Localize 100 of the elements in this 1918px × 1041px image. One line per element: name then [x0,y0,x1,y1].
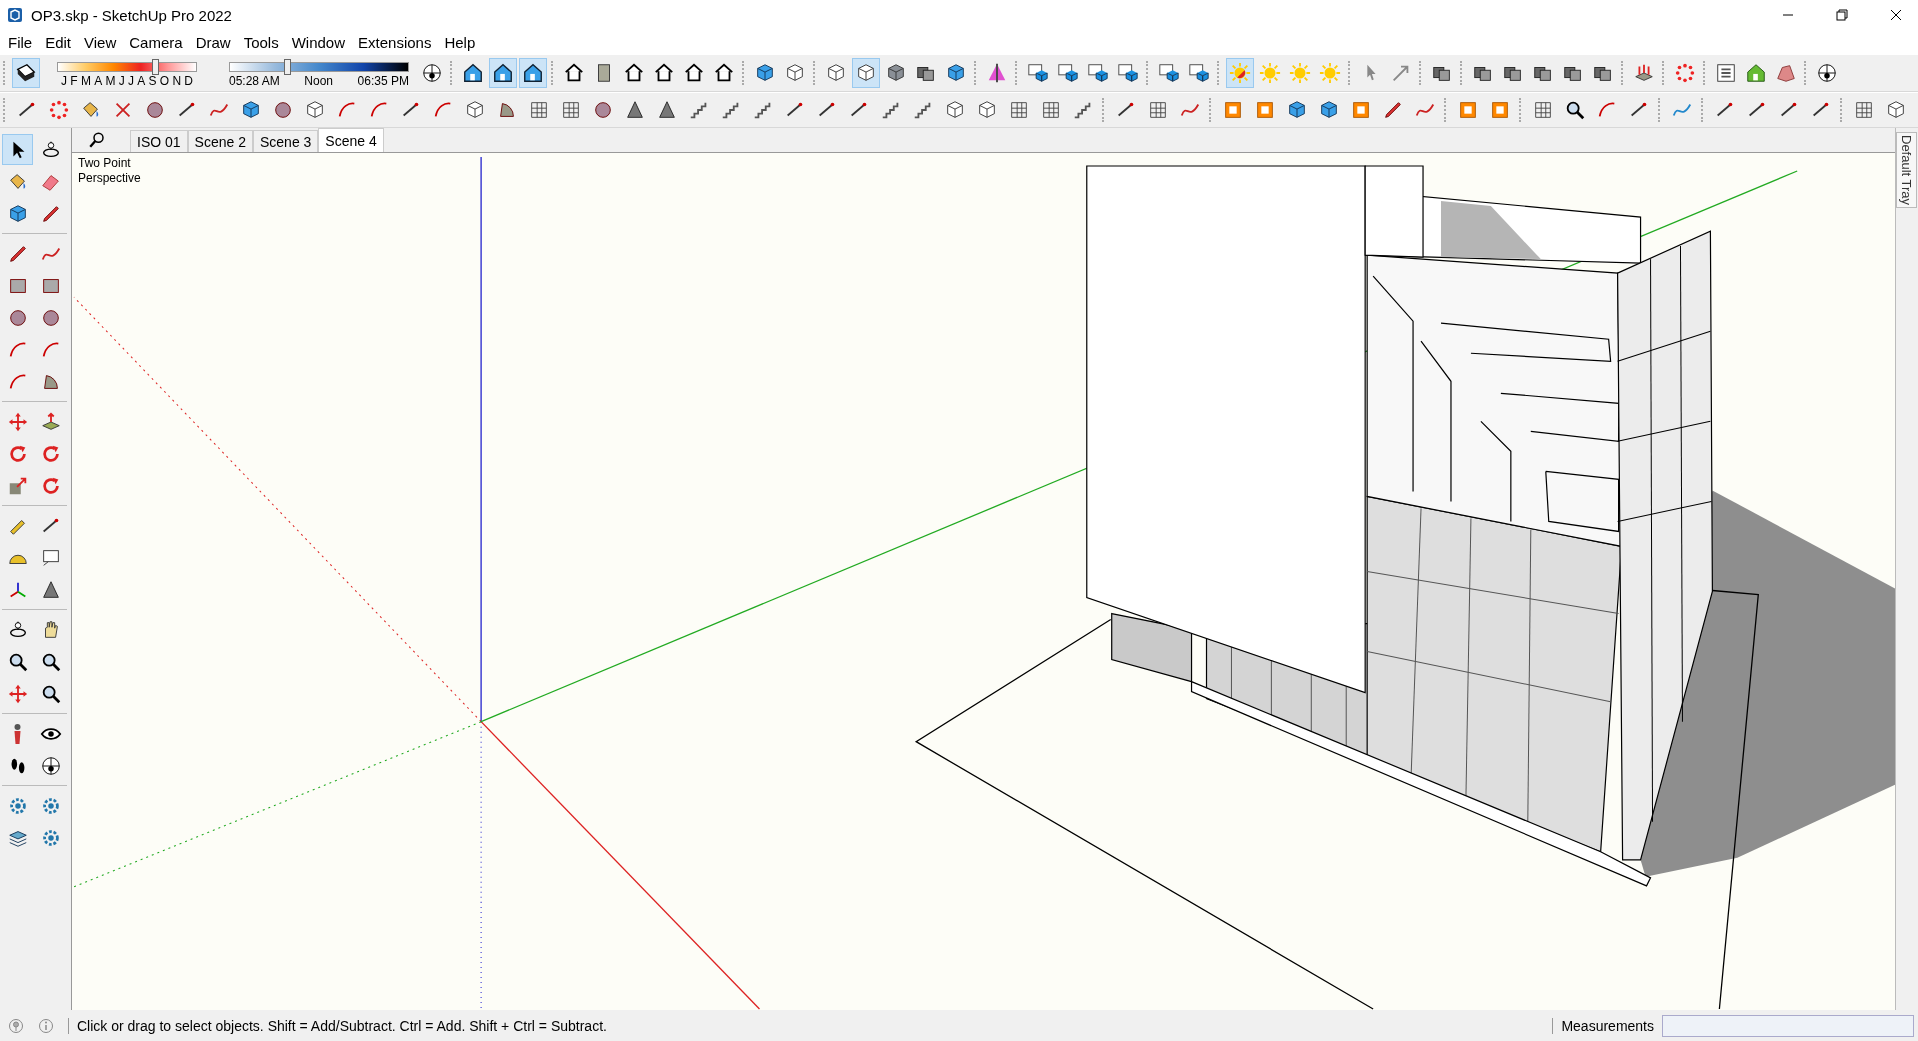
wedge-icon[interactable] [656,99,678,121]
tray-tab[interactable]: Default Tray [1896,132,1917,209]
house-icon [492,62,514,84]
location-icon[interactable] [8,1017,24,1034]
menu-item[interactable]: Tools [237,33,286,51]
compass-icon [421,62,443,84]
toolbar-button[interactable] [519,58,547,88]
scene-tab[interactable]: Scene 2 [187,130,253,152]
frame-icon[interactable] [1457,99,1479,121]
app-icon [7,7,23,23]
month-label: F [70,74,78,88]
window-title: OP3.skp - SketchUp Pro 2022 [31,6,232,24]
shadows-button[interactable] [12,58,40,88]
info-icon[interactable] [38,1017,54,1034]
time-slider[interactable] [229,58,409,75]
grid-icon[interactable] [560,99,582,121]
wedge-icon[interactable] [624,99,646,121]
toolbar-button[interactable] [852,58,880,88]
scene-tab[interactable]: ISO 01 [130,130,188,152]
menu-item[interactable]: Help [438,33,483,51]
grid-icon[interactable] [1008,99,1030,121]
picture-frame-icon [1027,62,1049,84]
grid-icon[interactable] [1853,99,1875,121]
month-label: N [172,74,182,88]
picture-frame-icon [1117,62,1139,84]
circle-icon[interactable] [272,99,294,121]
measurements-field[interactable] [1662,1014,1914,1037]
time-label: 06:35 PM [357,74,409,88]
scene-tab[interactable]: Scene 4 [318,128,384,152]
compass-icon [1816,62,1838,84]
figure-icon [13,722,22,745]
house-icon [623,62,645,84]
magnifier-icon[interactable] [1564,99,1586,121]
month-label: S [148,74,157,88]
frame-icon[interactable] [1350,99,1372,121]
menu-item[interactable]: File [2,33,40,51]
menu-item[interactable]: Draw [189,33,238,51]
mirror-icon [986,62,1008,84]
month-label: M [80,74,91,88]
house-icon [1745,62,1767,84]
grid-icon[interactable] [1040,99,1062,121]
month-label: J [127,74,134,88]
terrain-icon [1775,62,1797,84]
menu-item[interactable]: Camera [123,33,190,51]
frame-icon[interactable] [1254,99,1276,121]
move-arrows-icon [6,410,29,433]
measurements-label: Measurements [1561,1017,1654,1034]
scene-tab[interactable]: Scene 3 [252,130,319,152]
wireframe-cube-icon[interactable] [976,99,998,121]
dots-icon [1674,62,1696,84]
toolbar-button[interactable] [489,58,517,88]
list-icon [1715,62,1737,84]
tool-button[interactable] [2,134,33,165]
month-label: A [94,74,103,88]
circle-icon[interactable] [592,99,614,121]
wireframe-cube-icon [784,62,806,84]
month-label: O [159,74,170,88]
pencil-icon[interactable] [1382,99,1404,121]
sun-icon [1259,62,1281,84]
arrows-up-icon [1633,62,1655,84]
wireframe-cube-icon[interactable] [1885,99,1907,121]
house-icon [713,62,735,84]
push-pull-icon [39,410,62,433]
time-label: Noon [304,74,333,88]
grid-icon[interactable] [1147,99,1169,121]
month-slider[interactable] [57,58,197,75]
wireframe-cube-icon[interactable] [944,99,966,121]
dots-icon[interactable] [48,99,70,121]
wireframe-cube-icon [825,62,847,84]
sun-icon [1229,62,1251,84]
picture-frame-icon [1188,62,1210,84]
month-label: D [184,74,193,88]
wireframe-cube-icon [855,62,877,84]
sun-icon [1319,62,1341,84]
menu-item[interactable]: Window [285,33,353,51]
cube-icon[interactable] [1318,99,1340,121]
menu-item[interactable]: Extensions [352,33,439,51]
frame-icon[interactable] [1222,99,1244,121]
house-icon [563,62,585,84]
grid-icon[interactable] [1532,99,1554,121]
cube-icon[interactable] [1286,99,1308,121]
frame-icon[interactable] [1489,99,1511,121]
restore-icon[interactable] [1836,9,1848,21]
circle-icon[interactable] [144,99,166,121]
time-slider-thumb[interactable] [283,58,291,75]
menu-item[interactable]: Edit [39,33,79,51]
menu-item[interactable]: View [78,33,124,51]
sun-icon [1289,62,1311,84]
compass-icon [39,754,62,777]
search-icon[interactable] [88,131,106,149]
time-label: 05:28 AM [229,74,280,88]
grid-icon[interactable] [528,99,550,121]
month-label: J [118,74,125,88]
camera-label: Two Point [78,156,132,171]
month-label: J [61,74,67,88]
cube-icon[interactable] [240,99,262,121]
month-slider-thumb[interactable] [152,58,159,75]
wireframe-cube-icon[interactable] [464,99,486,121]
wireframe-cube-icon[interactable] [304,99,326,121]
close-icon[interactable] [1890,9,1902,21]
